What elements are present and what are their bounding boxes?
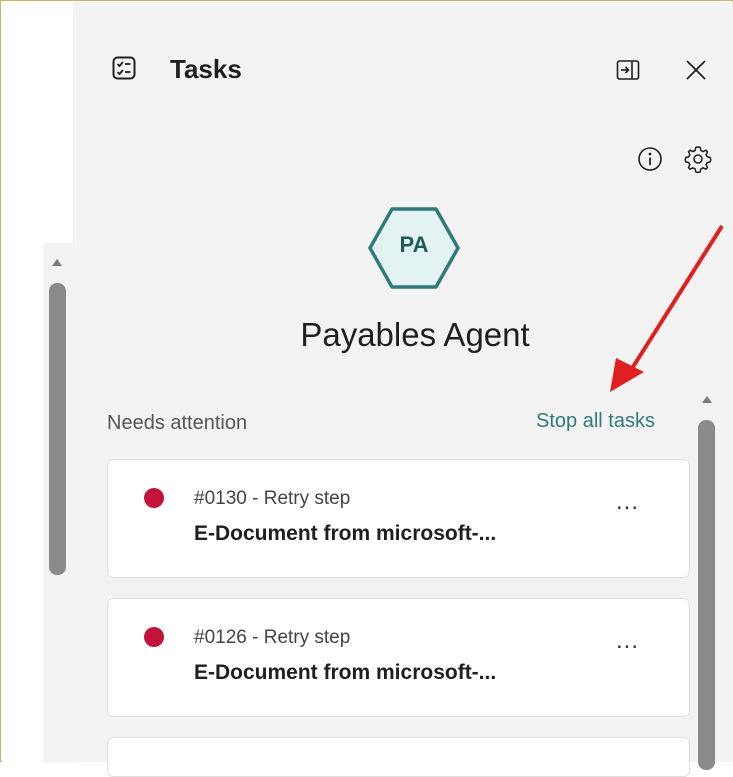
stop-all-tasks-link[interactable]: Stop all tasks (536, 410, 655, 433)
task-card[interactable]: #0126 - Retry step E-Document from micro… (107, 598, 690, 717)
task-meta: #0130 - Retry step (194, 488, 351, 509)
panel-title: Tasks (170, 54, 242, 84)
more-options-button[interactable]: ... (616, 627, 639, 655)
close-icon[interactable] (684, 58, 708, 82)
agent-name: Payables Agent (300, 316, 530, 353)
right-scroll-up-arrow[interactable] (702, 396, 712, 403)
left-scrollbar-thumb[interactable] (49, 283, 66, 575)
task-title: E-Document from microsoft-... (194, 661, 497, 684)
more-options-button[interactable]: ... (616, 488, 639, 516)
tasks-checklist-icon (112, 56, 136, 80)
needs-attention-label: Needs attention (107, 412, 248, 434)
agent-initials: PA (399, 232, 429, 257)
task-card[interactable]: #0130 - Retry step E-Document from micro… (107, 459, 690, 578)
error-status-dot (144, 488, 164, 508)
task-meta: #0126 - Retry step (194, 627, 351, 648)
task-card[interactable] (107, 737, 690, 777)
dock-panel-icon[interactable] (616, 58, 640, 82)
info-icon[interactable] (637, 146, 663, 172)
right-scrollbar-thumb[interactable] (698, 420, 715, 770)
gear-icon[interactable] (683, 144, 713, 174)
task-title: E-Document from microsoft-... (194, 522, 497, 545)
error-status-dot (144, 627, 164, 647)
left-scroll-up-arrow[interactable] (52, 259, 62, 266)
